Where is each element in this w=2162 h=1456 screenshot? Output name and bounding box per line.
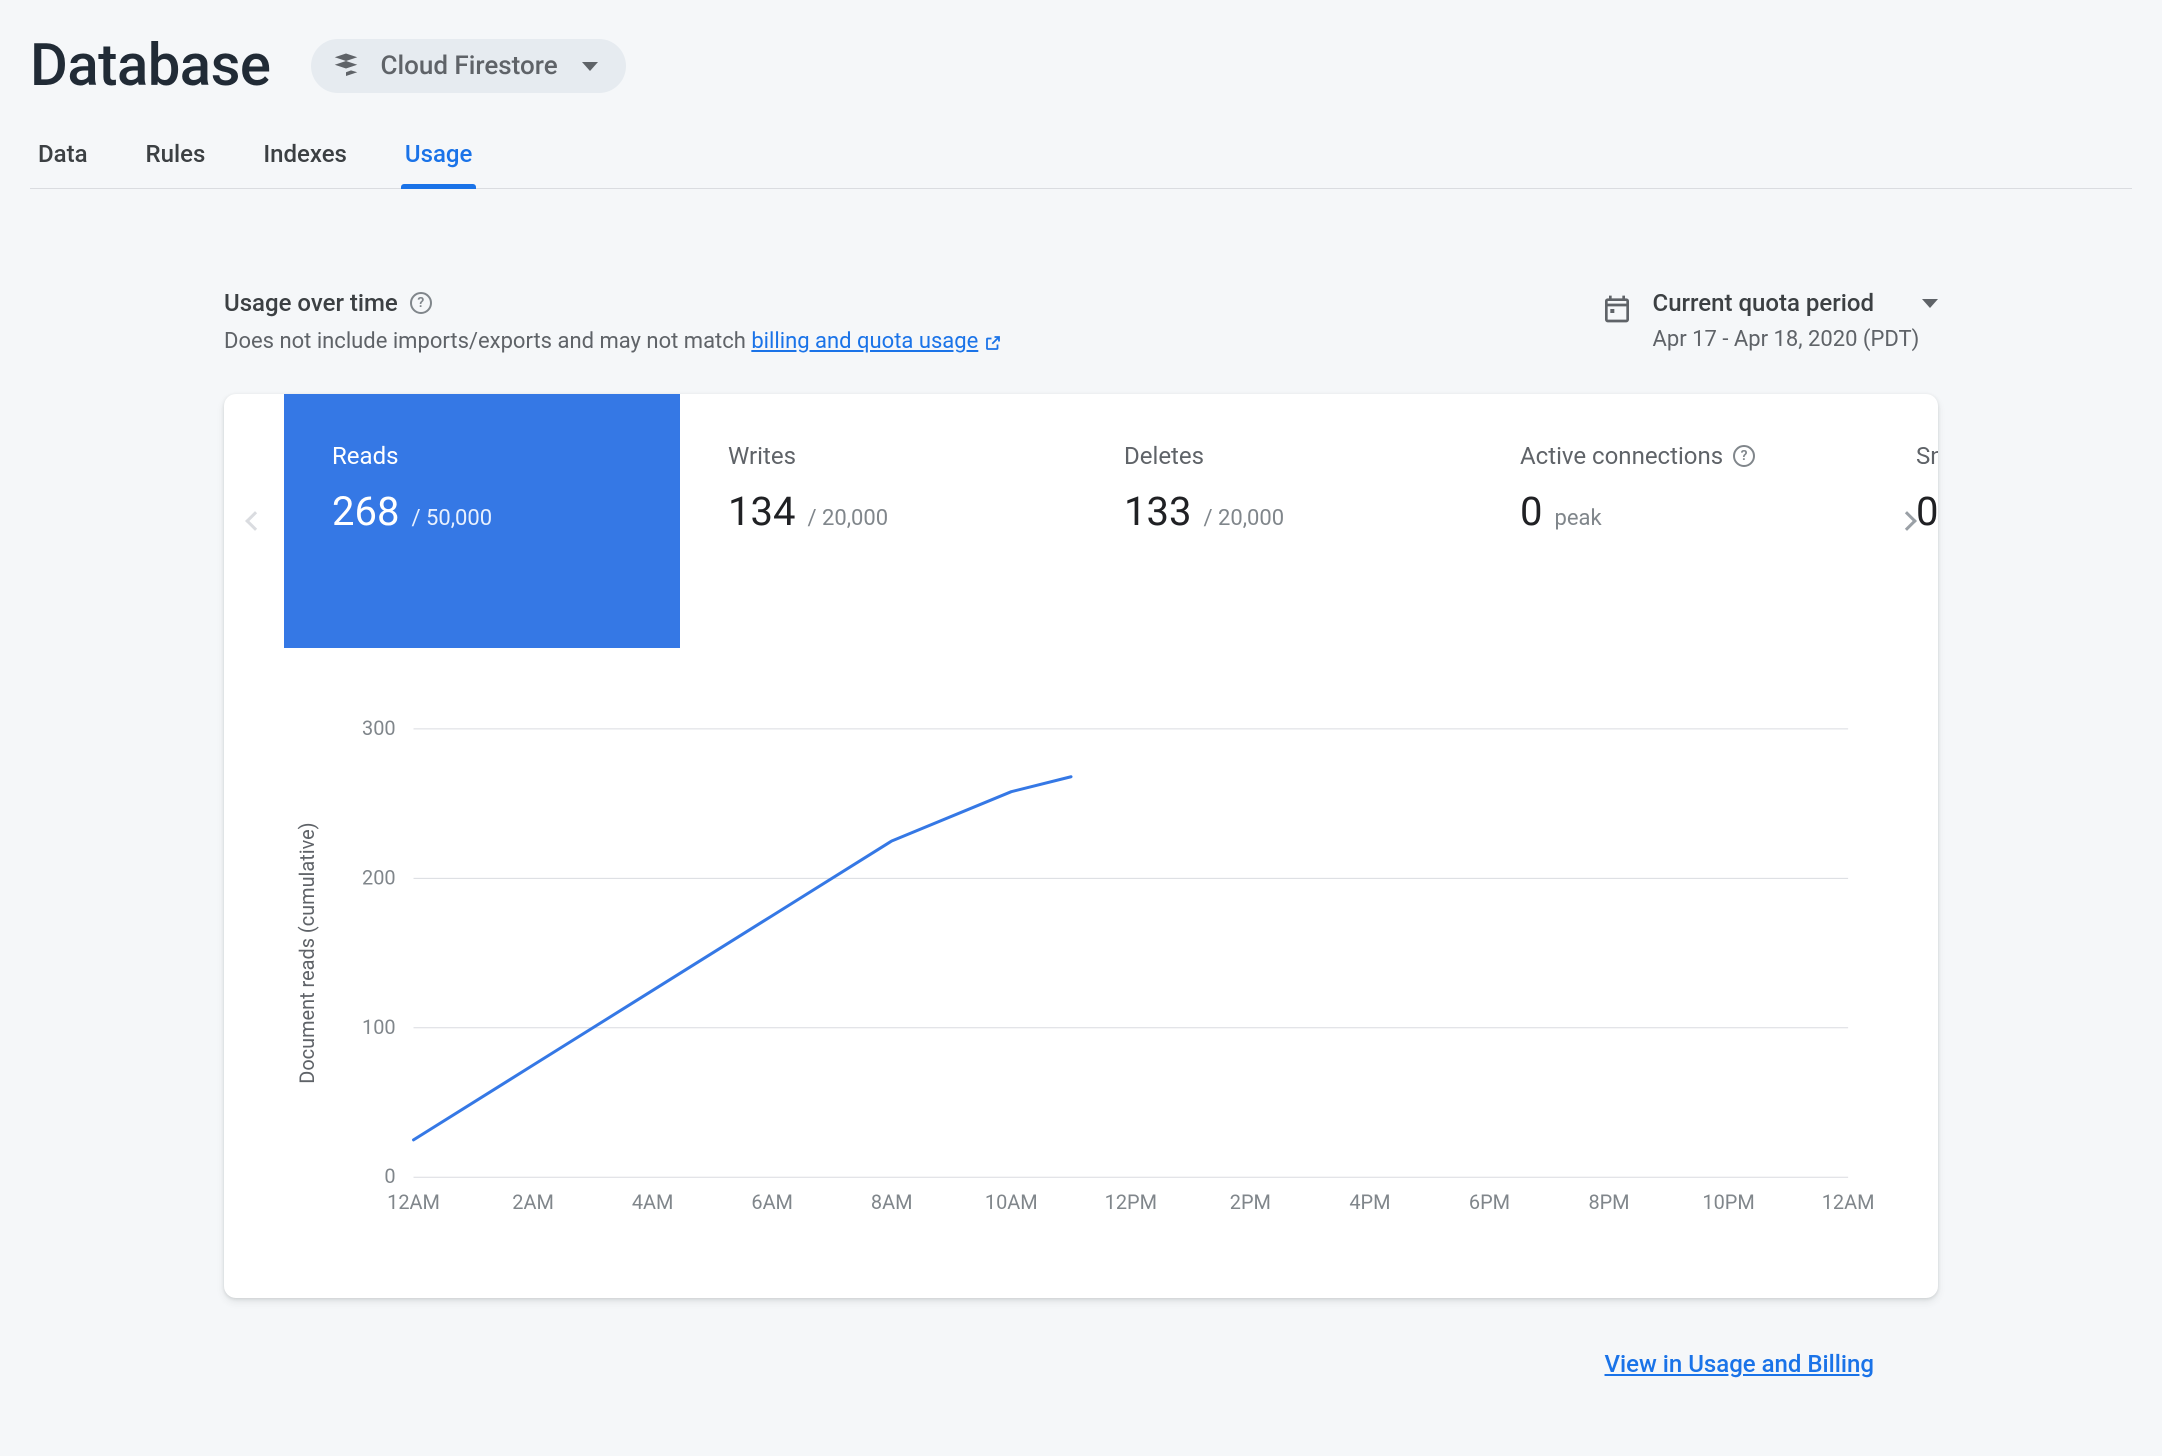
svg-text:10AM: 10AM [985, 1191, 1038, 1214]
tab-rules[interactable]: Rules [142, 140, 210, 188]
metric-value: 133 [1124, 488, 1191, 535]
metrics-track: Reads 268 / 50,000 Writes 134 / 20,000 [284, 394, 1938, 648]
metric-card-active-connections[interactable]: Active connections ? 0 peak [1472, 394, 1868, 648]
database-selector[interactable]: Cloud Firestore [311, 39, 626, 93]
chevron-right-icon [1897, 511, 1917, 531]
chevron-left-icon [245, 511, 265, 531]
svg-text:0: 0 [384, 1165, 395, 1188]
svg-text:12AM: 12AM [387, 1191, 440, 1214]
period-range: Apr 17 - Apr 18, 2020 (PDT) [1653, 327, 1938, 352]
metric-title: Deletes [1124, 442, 1424, 470]
svg-text:12AM: 12AM [1822, 1191, 1875, 1214]
section-title: Usage over time [224, 289, 398, 317]
metric-value: 268 [332, 488, 399, 535]
section-header: Usage over time ? Does not include impor… [224, 289, 1938, 354]
page-title: Database [30, 32, 271, 100]
page-header: Database Cloud Firestore Data Rules Inde… [0, 0, 2162, 189]
calendar-icon [1601, 293, 1633, 325]
view-usage-billing-link[interactable]: View in Usage and Billing [1605, 1350, 1874, 1378]
tab-data[interactable]: Data [34, 140, 92, 188]
metric-card-writes[interactable]: Writes 134 / 20,000 [680, 394, 1076, 648]
svg-text:8PM: 8PM [1588, 1191, 1629, 1214]
metrics-scroll-right-button[interactable] [1892, 506, 1922, 536]
metric-card-reads[interactable]: Reads 268 / 50,000 [284, 394, 680, 648]
tab-usage[interactable]: Usage [401, 140, 476, 188]
content-area: Usage over time ? Does not include impor… [0, 189, 2162, 1378]
usage-card: Reads 268 / 50,000 Writes 134 / 20,000 [224, 394, 1938, 1298]
tab-indexes[interactable]: Indexes [259, 140, 351, 188]
footer: View in Usage and Billing [224, 1298, 1938, 1378]
metric-value-row: 268 / 50,000 [332, 488, 632, 535]
section-subtitle: Does not include imports/exports and may… [224, 329, 1002, 354]
app-root: Database Cloud Firestore Data Rules Inde… [0, 0, 2162, 1378]
metric-value-row: 0 peak [1520, 488, 1820, 535]
section-header-left: Usage over time ? Does not include impor… [224, 289, 1002, 354]
chart-area: 0 100 200 300 12AM 2AM 4AM 6AM 8AM 10AM 12PM 2PM 4PM… [224, 648, 1938, 1298]
tabs: Data Rules Indexes Usage [30, 140, 2132, 189]
svg-text:100: 100 [362, 1016, 396, 1039]
external-link-icon [984, 333, 1002, 351]
svg-text:6AM: 6AM [751, 1191, 793, 1214]
period-label: Current quota period [1653, 289, 1874, 317]
svg-text:200: 200 [362, 866, 396, 889]
svg-text:2AM: 2AM [512, 1191, 554, 1214]
billing-quota-link[interactable]: billing and quota usage [751, 329, 1002, 354]
metric-sub: / 20,000 [807, 506, 888, 531]
metrics-scroll-left-button[interactable] [240, 506, 270, 536]
period-selector[interactable]: Current quota period Apr 17 - Apr 18, 20… [1601, 289, 1938, 352]
metric-sub: / 50,000 [411, 506, 492, 531]
metric-value: 134 [728, 488, 795, 535]
section-title-row: Usage over time ? [224, 289, 1002, 317]
chevron-down-icon [582, 62, 598, 71]
svg-text:4PM: 4PM [1349, 1191, 1390, 1214]
svg-text:10PM: 10PM [1702, 1191, 1754, 1214]
line-chart: 0 100 200 300 12AM 2AM 4AM 6AM 8AM 10AM 12PM 2PM 4PM… [284, 708, 1878, 1238]
period-text: Current quota period Apr 17 - Apr 18, 20… [1653, 289, 1938, 352]
metric-title: Active connections ? [1520, 442, 1820, 470]
metric-title: Snapshot listeners [1916, 442, 1938, 470]
svg-text:8AM: 8AM [871, 1191, 913, 1214]
metrics-row: Reads 268 / 50,000 Writes 134 / 20,000 [224, 394, 1938, 648]
svg-text:Document reads (cumulative): Document reads (cumulative) [296, 822, 319, 1083]
firestore-icon [329, 49, 363, 83]
svg-text:2PM: 2PM [1230, 1191, 1271, 1214]
section-subtitle-prefix: Does not include imports/exports and may… [224, 329, 751, 354]
database-selector-label: Cloud Firestore [381, 51, 558, 81]
metric-sub: / 20,000 [1203, 506, 1284, 531]
billing-quota-link-text: billing and quota usage [751, 329, 978, 354]
svg-text:300: 300 [362, 717, 396, 740]
svg-text:4AM: 4AM [632, 1191, 674, 1214]
metric-sub: peak [1554, 506, 1601, 531]
metric-card-deletes[interactable]: Deletes 133 / 20,000 [1076, 394, 1472, 648]
metric-value: 0 [1520, 488, 1542, 535]
period-label-row: Current quota period [1653, 289, 1938, 317]
metric-title: Reads [332, 442, 632, 470]
svg-text:12PM: 12PM [1105, 1191, 1157, 1214]
chevron-down-icon [1922, 299, 1938, 308]
help-icon[interactable]: ? [1733, 445, 1755, 467]
metric-value-row: 133 / 20,000 [1124, 488, 1424, 535]
header-top: Database Cloud Firestore [30, 32, 2132, 100]
metric-value-row: 134 / 20,000 [728, 488, 1028, 535]
metric-title: Writes [728, 442, 1028, 470]
svg-text:6PM: 6PM [1469, 1191, 1510, 1214]
help-icon[interactable]: ? [410, 292, 432, 314]
